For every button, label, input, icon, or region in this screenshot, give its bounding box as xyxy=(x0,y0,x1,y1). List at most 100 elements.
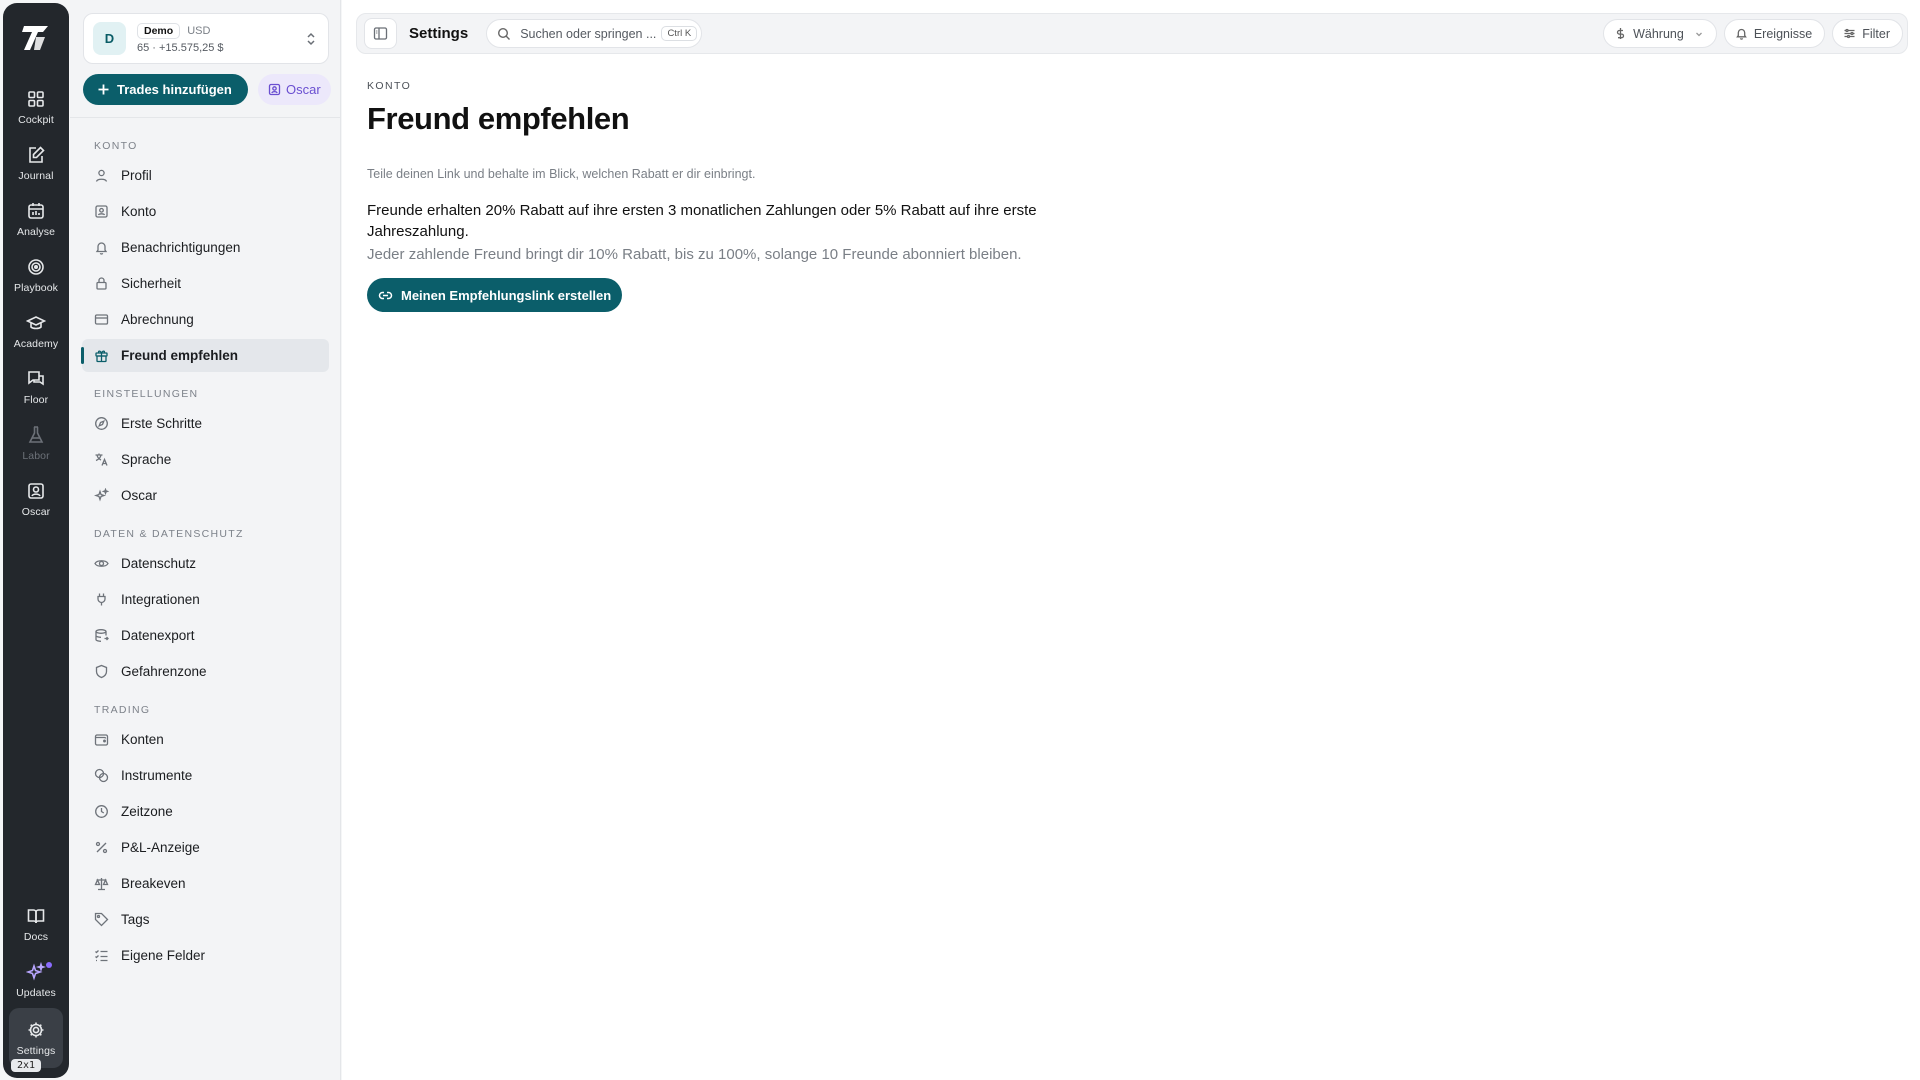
page-title: Freund empfehlen xyxy=(367,101,630,136)
rail-item-academy[interactable]: Academy xyxy=(6,303,66,359)
rail-item-updates[interactable]: Updates xyxy=(6,952,66,1008)
chevron-down-icon xyxy=(1694,29,1704,39)
nav-item-label: P&L-Anzeige xyxy=(121,840,200,855)
nav-item-breakeven[interactable]: Breakeven xyxy=(82,867,329,900)
nav-section-title: DATEN & DATENSCHUTZ xyxy=(94,528,244,540)
app-logo-icon[interactable] xyxy=(19,21,53,55)
nav-item-profil[interactable]: Profil xyxy=(82,159,329,192)
shield-icon xyxy=(94,664,109,679)
nav-group-einstellungen: EINSTELLUNGEN Erste Schritte Sprache Osc… xyxy=(82,386,329,512)
page-section-title: Settings xyxy=(409,25,469,42)
rail-item-label: Floor xyxy=(23,393,49,406)
nav-item-label: Freund empfehlen xyxy=(121,348,239,363)
nav-item-konto[interactable]: Konto xyxy=(82,195,329,228)
rail-item-label: Oscar xyxy=(21,505,51,518)
divider xyxy=(70,117,340,118)
oscar-label: Oscar xyxy=(286,82,321,97)
calendar-chart-icon xyxy=(26,201,46,221)
database-export-icon xyxy=(94,628,109,643)
nav-item-label: Eigene Felder xyxy=(121,948,206,963)
notification-dot xyxy=(46,962,52,968)
sparkles-icon xyxy=(94,488,109,503)
oscar-button[interactable]: Oscar xyxy=(258,74,331,105)
assistant-portrait-icon xyxy=(26,481,46,501)
bell-icon xyxy=(1735,27,1748,40)
nav-item-integrationen[interactable]: Integrationen xyxy=(82,583,329,616)
nav-item-sprache[interactable]: Sprache xyxy=(82,443,329,476)
eye-icon xyxy=(94,556,109,571)
rail-item-label: Academy xyxy=(13,337,59,350)
coins-icon xyxy=(94,768,109,783)
bell-icon xyxy=(94,240,109,255)
nav-group-trading: TRADING Konten Instrumente Zeitzone P&L-… xyxy=(82,702,329,972)
nav-item-freund-empfehlen[interactable]: Freund empfehlen xyxy=(81,339,329,372)
nav-item-label: Integrationen xyxy=(121,592,200,607)
rail-item-oscar[interactable]: Oscar xyxy=(6,471,66,527)
nav-item-konten[interactable]: Konten xyxy=(82,723,329,756)
nav-item-abrechnung[interactable]: Abrechnung xyxy=(82,303,329,336)
rail-item-floor[interactable]: Floor xyxy=(6,359,66,415)
nav-item-datenexport[interactable]: Datenexport xyxy=(82,619,329,652)
nav-item-benachrichtigungen[interactable]: Benachrichtigungen xyxy=(82,231,329,264)
search-icon xyxy=(497,27,511,41)
top-bar-actions: Währung Ereignisse Filter xyxy=(1603,19,1903,48)
search-placeholder: Suchen oder springen ... xyxy=(520,26,657,41)
currency-label: Währung xyxy=(1633,26,1684,41)
search-input[interactable]: Suchen oder springen ... Ctrl K xyxy=(486,19,703,48)
settings-nav: KONTO Profil Konto Benachrichtigungen Si… xyxy=(81,130,329,986)
rail-item-docs[interactable]: Docs xyxy=(6,896,66,952)
rail-item-label: Updates xyxy=(16,986,56,999)
nav-item-tags[interactable]: Tags xyxy=(82,903,329,936)
nav-item-label: Konto xyxy=(121,204,157,219)
nav-item-sicherheit[interactable]: Sicherheit xyxy=(82,267,329,300)
nav-item-gefahrenzone[interactable]: Gefahrenzone xyxy=(82,655,329,688)
gift-icon xyxy=(94,348,109,363)
nav-item-zeitzone[interactable]: Zeitzone xyxy=(82,795,329,828)
sidebar-toggle-button[interactable] xyxy=(364,18,397,49)
user-icon xyxy=(94,168,109,183)
nav-item-instrumente[interactable]: Instrumente xyxy=(82,759,329,792)
referral-reward-info: Jeder zahlende Freund bringt dir 10% Rab… xyxy=(367,246,1022,263)
main-content: Settings Suchen oder springen ... Ctrl K… xyxy=(342,0,1920,1080)
create-referral-link-button[interactable]: Meinen Empfehlungslink erstellen xyxy=(367,278,623,312)
add-trades-label: Trades hinzufügen xyxy=(117,82,232,97)
wallet-icon xyxy=(94,732,109,747)
rail-item-playbook[interactable]: Playbook xyxy=(6,247,66,303)
plus-icon xyxy=(97,83,110,96)
rail-item-analyse[interactable]: Analyse xyxy=(6,191,66,247)
nav-item-label: Gefahrenzone xyxy=(121,664,207,679)
filter-button[interactable]: Filter xyxy=(1832,19,1903,48)
rail-item-label: Docs xyxy=(23,930,49,943)
percent-icon xyxy=(94,840,109,855)
nav-item-label: Konten xyxy=(121,732,164,747)
events-label: Ereignisse xyxy=(1753,26,1813,41)
rail-item-label: Settings xyxy=(16,1044,56,1057)
scale-icon xyxy=(94,876,109,891)
nav-item-label: Benachrichtigungen xyxy=(121,240,241,255)
rail-item-label: Labor xyxy=(22,449,50,462)
events-button[interactable]: Ereignisse xyxy=(1723,19,1826,48)
nav-item-pl-anzeige[interactable]: P&L-Anzeige xyxy=(82,831,329,864)
nav-item-oscar[interactable]: Oscar xyxy=(82,479,329,512)
gear-icon xyxy=(26,1020,46,1040)
top-bar: Settings Suchen oder springen ... Ctrl K… xyxy=(356,13,1908,54)
nav-item-label: Profil xyxy=(121,168,152,183)
settings-sidebar: D Demo USD 65 · +15.575,25 $ Trades hinz… xyxy=(70,0,341,1080)
sidebar-panel-icon xyxy=(373,26,388,41)
graduation-cap-icon xyxy=(26,313,46,333)
book-open-icon xyxy=(26,906,46,926)
rail-item-labor[interactable]: Labor xyxy=(6,415,66,471)
add-trades-button[interactable]: Trades hinzufügen xyxy=(83,74,248,105)
rail-item-cockpit[interactable]: Cockpit xyxy=(6,79,66,135)
account-switcher[interactable]: D Demo USD 65 · +15.575,25 $ xyxy=(83,13,329,64)
rail-item-journal[interactable]: Journal xyxy=(6,135,66,191)
nav-item-datenschutz[interactable]: Datenschutz xyxy=(82,547,329,580)
nav-item-erste-schritte[interactable]: Erste Schritte xyxy=(82,407,329,440)
nav-item-eigene-felder[interactable]: Eigene Felder xyxy=(82,939,329,972)
nav-group-daten: DATEN & DATENSCHUTZ Datenschutz Integrat… xyxy=(82,526,329,688)
clock-icon xyxy=(94,804,109,819)
currency-dropdown[interactable]: Währung xyxy=(1603,19,1717,48)
rail-item-label: Journal xyxy=(18,169,54,182)
nav-section-title: TRADING xyxy=(94,704,151,716)
keyboard-shortcut: Ctrl K xyxy=(661,26,698,41)
